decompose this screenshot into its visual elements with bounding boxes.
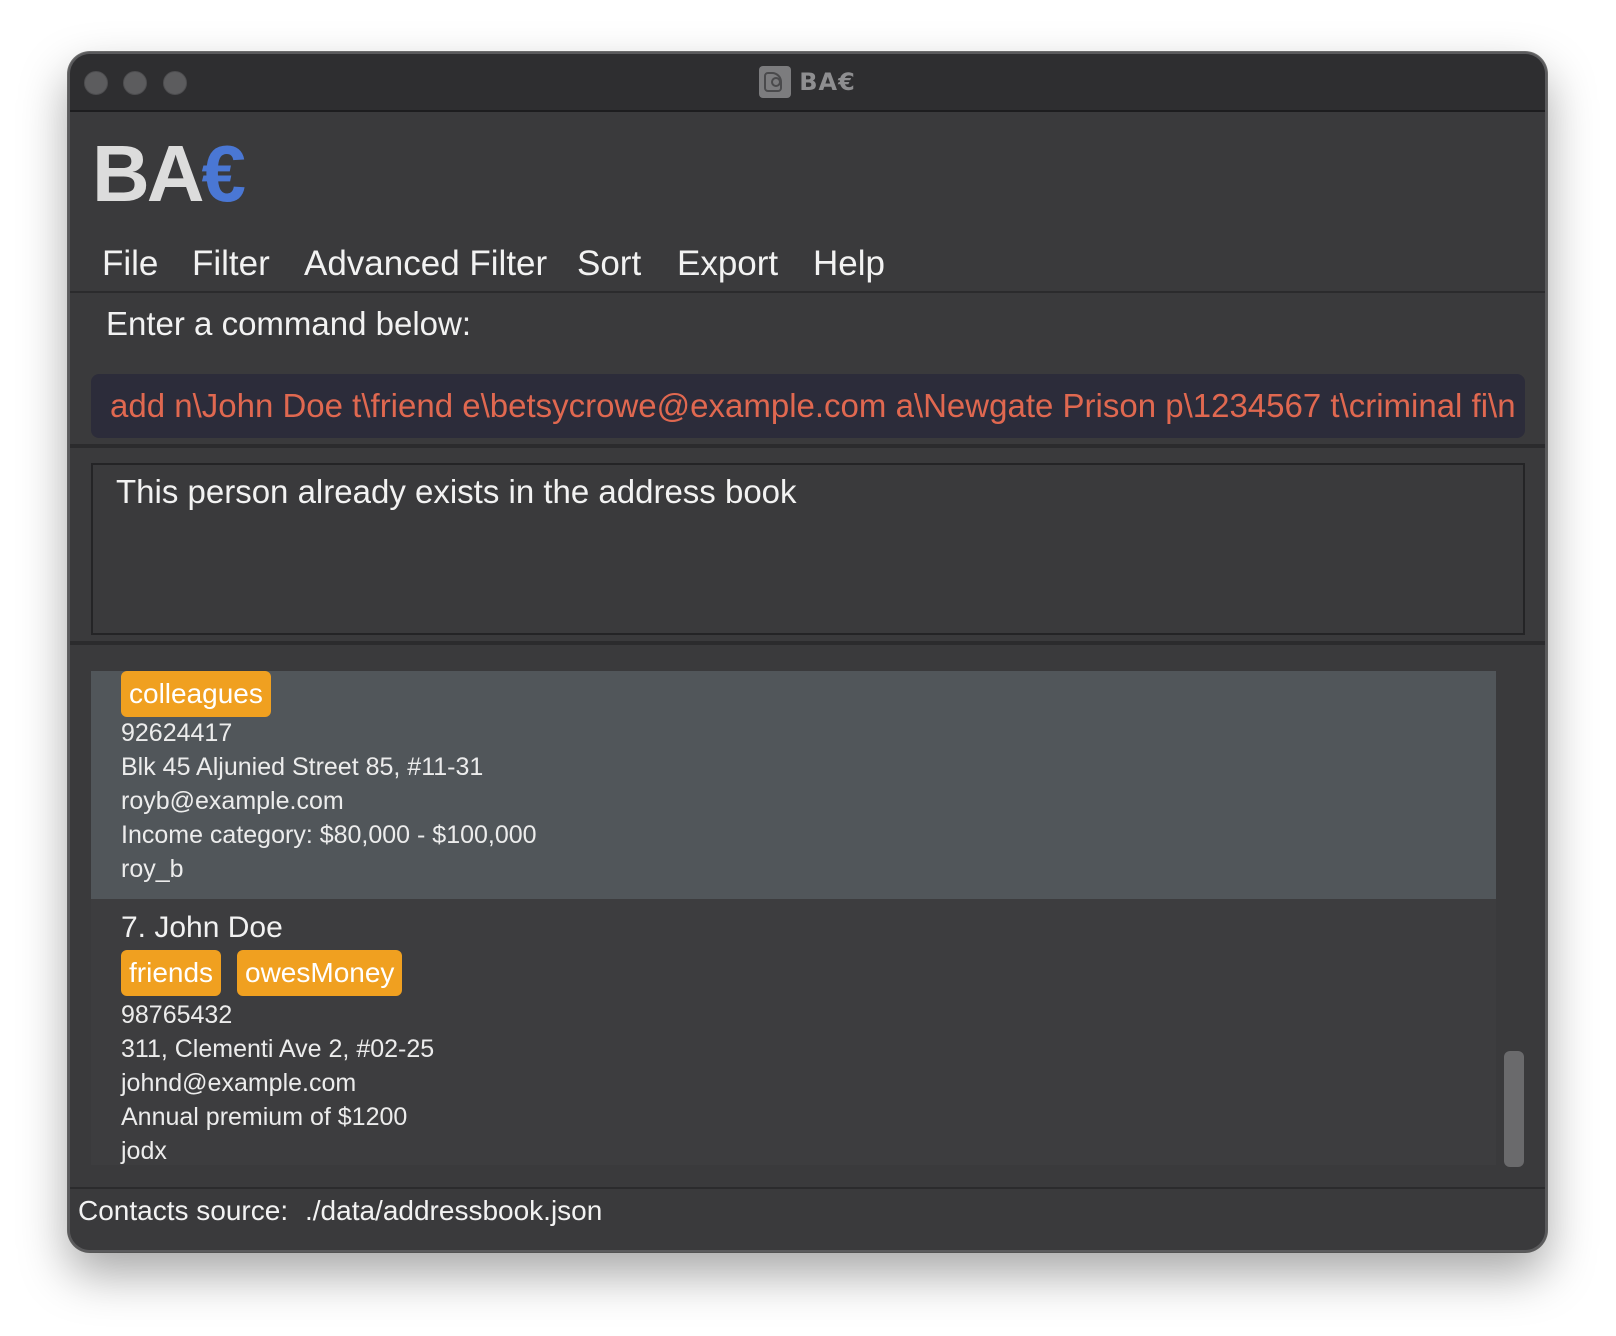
contact-email: johnd@example.com bbox=[121, 1069, 357, 1097]
tag-badge: owesMoney bbox=[237, 950, 403, 996]
tag-badge: friends bbox=[121, 950, 222, 996]
title-bar: BA€ bbox=[70, 54, 1545, 112]
logo-euro-symbol: € bbox=[201, 129, 246, 218]
command-input[interactable]: add n\John Doe t\friend e\betsycrowe@exa… bbox=[91, 374, 1525, 438]
window-title-group: BA€ bbox=[70, 64, 1545, 100]
contact-card[interactable]: 7. John Doe friends owesMoney 98765432 3… bbox=[91, 899, 1496, 1165]
contact-handle: roy_b bbox=[121, 855, 184, 883]
contact-phone: 92624417 bbox=[121, 719, 233, 747]
menu-help[interactable]: Help bbox=[813, 237, 885, 291]
contact-phone: 98765432 bbox=[121, 1001, 233, 1029]
contact-extra-info: Income category: $80,000 - $100,000 bbox=[121, 821, 537, 849]
contact-name: 7. John Doe bbox=[121, 911, 283, 944]
command-prompt-label: Enter a command below: bbox=[106, 305, 472, 342]
menu-file[interactable]: File bbox=[102, 237, 158, 291]
app-logo: BA€ bbox=[92, 129, 246, 219]
command-input-text: add n\John Doe t\friend e\betsycrowe@exa… bbox=[110, 387, 1516, 424]
list-scrollbar[interactable] bbox=[1504, 1051, 1524, 1167]
menu-export[interactable]: Export bbox=[677, 237, 778, 291]
contact-address: 311, Clementi Ave 2, #02-25 bbox=[121, 1035, 435, 1063]
tag-badge: colleagues bbox=[121, 671, 271, 717]
menu-filter[interactable]: Filter bbox=[192, 237, 270, 291]
status-source-label: Contacts source: bbox=[78, 1195, 289, 1226]
status-bar: Contacts source: ./data/addressbook.json bbox=[70, 1187, 1545, 1250]
contact-handle: jodx bbox=[121, 1137, 167, 1165]
divider bbox=[70, 641, 1545, 645]
menu-sort[interactable]: Sort bbox=[577, 237, 641, 291]
result-message: This person already exists in the addres… bbox=[116, 473, 797, 510]
contact-email: royb@example.com bbox=[121, 787, 344, 815]
status-source-path: ./data/addressbook.json bbox=[305, 1195, 603, 1226]
divider bbox=[70, 444, 1545, 448]
contact-list[interactable]: colleagues 92624417 Blk 45 Aljunied Stre… bbox=[91, 671, 1496, 1165]
menu-bar: File Filter Advanced Filter Sort Export … bbox=[70, 237, 1545, 293]
contact-card[interactable]: colleagues 92624417 Blk 45 Aljunied Stre… bbox=[91, 671, 1496, 899]
contact-extra-info: Annual premium of $1200 bbox=[121, 1103, 408, 1131]
result-display: This person already exists in the addres… bbox=[91, 463, 1525, 635]
app-logo-icon bbox=[759, 66, 792, 98]
app-window: BA€ BA€ File Filter Advanced Filter Sort… bbox=[68, 52, 1547, 1252]
contact-address: Blk 45 Aljunied Street 85, #11-31 bbox=[121, 753, 484, 781]
window-title: BA€ bbox=[799, 68, 856, 96]
logo-text: BA bbox=[92, 129, 205, 218]
menu-advanced-filter[interactable]: Advanced Filter bbox=[304, 237, 547, 291]
